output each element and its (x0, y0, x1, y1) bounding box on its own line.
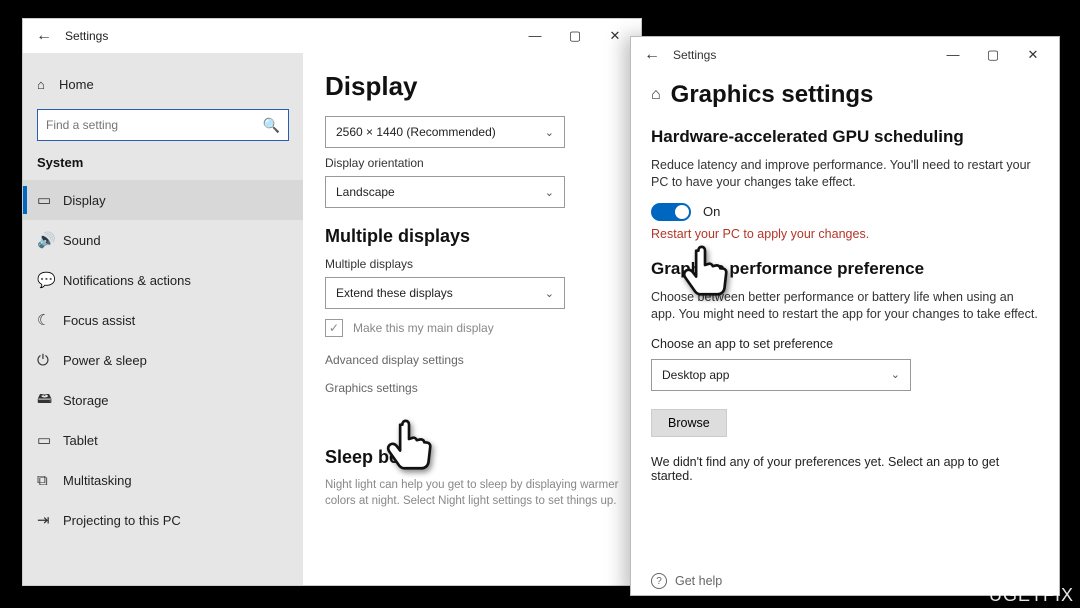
home-label: Home (59, 77, 94, 92)
sidebar-item-label: Display (63, 193, 106, 208)
tablet-icon: ▭ (37, 431, 63, 449)
perf-pref-desc: Choose between better performance or bat… (651, 289, 1039, 323)
chevron-down-icon: ⌄ (545, 287, 554, 300)
sidebar-nav: ▭Display🔊Sound💬Notifications & actions☾F… (23, 180, 303, 540)
maximize-button[interactable]: ▢ (973, 47, 1013, 63)
sidebar-item-focus-assist[interactable]: ☾Focus assist (23, 300, 303, 340)
choose-app-select[interactable]: Desktop app ⌄ (651, 359, 911, 391)
sidebar-item-storage[interactable]: 🖴Storage (23, 380, 303, 420)
sidebar-item-label: Projecting to this PC (63, 513, 181, 528)
projecting-to-this-pc-icon: ⇥ (37, 511, 63, 529)
minimize-button[interactable]: — (933, 47, 973, 63)
home-icon[interactable]: ⌂ (651, 86, 661, 104)
sidebar-item-label: Focus assist (63, 313, 135, 328)
chevron-down-icon: ⌄ (545, 126, 554, 139)
settings-window-graphics: ← Settings — ▢ ✕ ⌂ Graphics settings Har… (630, 36, 1060, 596)
browse-button[interactable]: Browse (651, 409, 727, 437)
chevron-down-icon: ⌄ (891, 368, 900, 381)
display-icon: ▭ (37, 191, 63, 209)
close-button[interactable]: ✕ (1013, 47, 1053, 63)
close-button[interactable]: ✕ (595, 28, 635, 44)
back-button[interactable]: ← (637, 46, 667, 64)
sidebar-item-projecting-to-this-pc[interactable]: ⇥Projecting to this PC (23, 500, 303, 540)
advanced-display-link[interactable]: Advanced display settings (325, 353, 619, 367)
graphics-settings-link[interactable]: Graphics settings (325, 381, 619, 395)
page-title-display: Display (325, 71, 619, 102)
hw-gpu-heading: Hardware-accelerated GPU scheduling (651, 127, 1039, 147)
sidebar-item-sound[interactable]: 🔊Sound (23, 220, 303, 260)
display-content: Display 2560 × 1440 (Recommended) ⌄ Disp… (303, 53, 641, 585)
window-controls: — ▢ ✕ (933, 47, 1053, 63)
storage-icon: 🖴 (37, 388, 63, 413)
sound-icon: 🔊 (37, 231, 63, 249)
help-icon: ? (651, 573, 667, 589)
maximize-button[interactable]: ▢ (555, 28, 595, 44)
hw-gpu-desc: Reduce latency and improve performance. … (651, 157, 1039, 191)
multi-displays-value: Extend these displays (336, 286, 453, 300)
hw-gpu-toggle-label: On (703, 204, 720, 219)
focus-assist-icon: ☾ (37, 311, 63, 329)
sidebar-item-label: Power & sleep (63, 353, 147, 368)
sidebar-item-label: Sound (63, 233, 101, 248)
home-icon: ⌂ (37, 77, 59, 92)
settings-window-display: ← Settings — ▢ ✕ ⌂ Home 🔍 System ▭Displa… (22, 18, 642, 586)
orientation-value: Landscape (336, 185, 395, 199)
minimize-button[interactable]: — (515, 28, 555, 44)
restart-warning: Restart your PC to apply your changes. (651, 227, 1039, 241)
sidebar-item-multitasking[interactable]: ⧉Multitasking (23, 460, 303, 500)
main-display-checkbox[interactable]: ✓ Make this my main display (325, 319, 619, 337)
get-help-label: Get help (675, 574, 722, 588)
sidebar-item-label: Notifications & actions (63, 273, 191, 288)
page-heading-row: ⌂ Graphics settings (651, 81, 1039, 109)
orientation-select[interactable]: Landscape ⌄ (325, 176, 565, 208)
hw-gpu-toggle[interactable] (651, 203, 691, 221)
sidebar-item-label: Storage (63, 393, 109, 408)
get-help-link[interactable]: ? Get help (651, 573, 722, 589)
multi-displays-select[interactable]: Extend these displays ⌄ (325, 277, 565, 309)
multi-displays-heading: Multiple displays (325, 226, 619, 247)
choose-app-label: Choose an app to set preference (651, 337, 1039, 351)
search-box[interactable]: 🔍 (37, 109, 289, 141)
window-title: Settings (673, 48, 716, 62)
sidebar-item-label: Multitasking (63, 473, 132, 488)
watermark: UGETFIX (989, 585, 1074, 606)
power-sleep-icon: ⏻ (37, 352, 63, 369)
page-title-graphics: Graphics settings (671, 81, 874, 109)
sidebar: ⌂ Home 🔍 System ▭Display🔊Sound💬Notificat… (23, 53, 303, 585)
checkbox-icon: ✓ (325, 319, 343, 337)
multitasking-icon: ⧉ (37, 472, 63, 489)
sidebar-item-power-sleep[interactable]: ⏻Power & sleep (23, 340, 303, 380)
sidebar-item-display[interactable]: ▭Display (23, 180, 303, 220)
chevron-down-icon: ⌄ (545, 186, 554, 199)
sidebar-item-notifications-actions[interactable]: 💬Notifications & actions (23, 260, 303, 300)
multi-displays-label: Multiple displays (325, 257, 619, 271)
orientation-label: Display orientation (325, 156, 619, 170)
sidebar-item-label: Tablet (63, 433, 98, 448)
sidebar-item-tablet[interactable]: ▭Tablet (23, 420, 303, 460)
sleep-better-heading: Sleep better (325, 447, 619, 468)
notifications-actions-icon: 💬 (37, 271, 63, 289)
section-title: System (23, 149, 303, 180)
resolution-value: 2560 × 1440 (Recommended) (336, 125, 496, 139)
back-button[interactable]: ← (29, 27, 59, 45)
home-link[interactable]: ⌂ Home (23, 65, 303, 103)
empty-state-hint: We didn't find any of your preferences y… (651, 455, 1039, 483)
sleep-better-desc: Night light can help you get to sleep by… (325, 478, 619, 509)
titlebar: ← Settings — ▢ ✕ (23, 19, 641, 53)
search-icon: 🔍 (263, 117, 280, 134)
main-display-label: Make this my main display (353, 321, 494, 335)
titlebar: ← Settings — ▢ ✕ (631, 37, 1059, 73)
graphics-page: ⌂ Graphics settings Hardware-accelerated… (631, 73, 1059, 483)
search-input[interactable] (46, 118, 263, 132)
perf-pref-heading: Graphics performance preference (651, 259, 1039, 279)
choose-app-value: Desktop app (662, 368, 729, 382)
resolution-select[interactable]: 2560 × 1440 (Recommended) ⌄ (325, 116, 565, 148)
hw-gpu-toggle-row: On (651, 203, 1039, 221)
window-controls: — ▢ ✕ (515, 28, 635, 44)
window-title: Settings (65, 29, 108, 43)
